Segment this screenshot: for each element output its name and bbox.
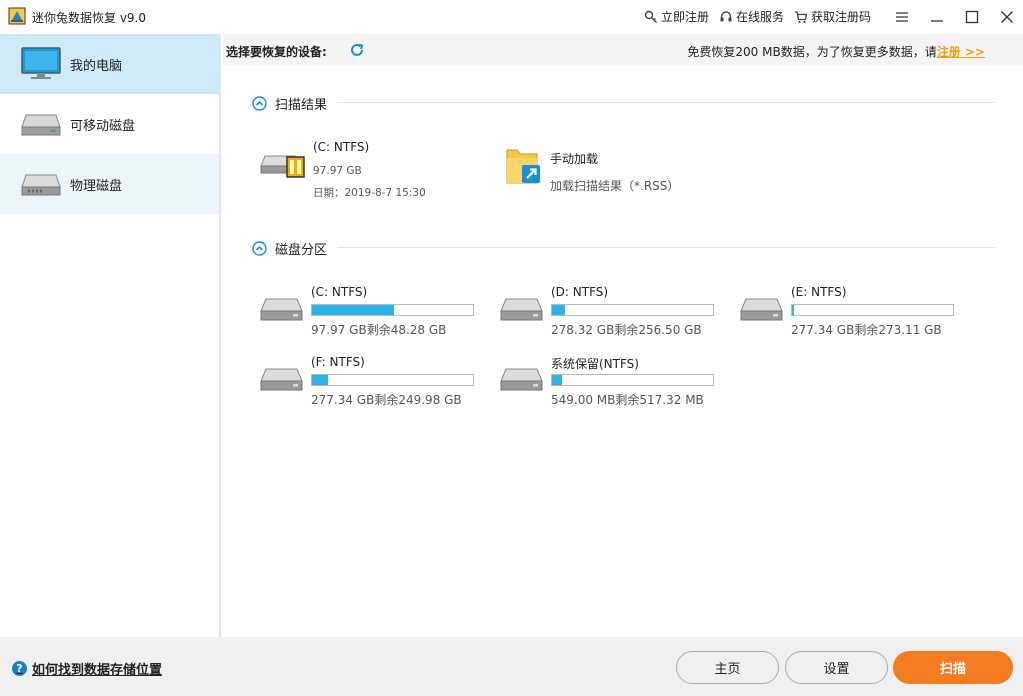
scan-result-date: 日期：2019-8-7 15:30 [313, 187, 426, 199]
sidebar-item-physical-disk[interactable]: 物理磁盘 [0, 154, 219, 214]
sidebar: 我的电脑 可移动磁盘 物理磁盘 [0, 34, 221, 637]
register-link[interactable]: 立即注册 [644, 8, 709, 25]
hard-drive-icon [260, 298, 303, 321]
headset-icon [720, 10, 732, 21]
section-divider [338, 102, 995, 103]
close-button[interactable] [989, 0, 1023, 34]
minimize-button[interactable] [919, 0, 954, 34]
device-toolbar: 选择要恢复的设备: 免费恢复200 MB数据，为了恢复更多数据，请注册 >> [223, 34, 1023, 66]
usage-bar-fill [792, 305, 795, 315]
manual-load-item[interactable]: 手动加载 加载扫描结果（*.RSS） [503, 145, 679, 194]
usage-bar-fill [312, 305, 395, 315]
bottom-bar: ? 如何找到数据存储位置 主页 设置 扫描 [0, 637, 1023, 696]
menu-button[interactable] [884, 0, 919, 34]
title-bar: 迷你兔数据恢复 v9.0 立即注册 在线服务 获取注册码 [0, 0, 1023, 34]
partition-size: 97.97 GB剩余48.28 GB [311, 323, 447, 337]
key-icon [644, 10, 657, 23]
settings-button[interactable]: 设置 [785, 651, 888, 684]
usage-bar-fill [552, 375, 562, 385]
partition-name: 系统保留(NTFS) [551, 357, 639, 371]
usage-bar [791, 304, 954, 316]
help-link[interactable]: ? 如何找到数据存储位置 [12, 659, 162, 678]
scan-result-c-drive[interactable]: (C: NTFS) 97.97 GB 日期：2019-8-7 15:30 [260, 140, 426, 200]
scan-result-size: 97.97 GB [313, 165, 362, 177]
app-title: 迷你兔数据恢复 v9.0 [32, 11, 147, 25]
device-select-label: 选择要恢复的设备: [226, 45, 327, 59]
partition-size: 278.32 GB剩余256.50 GB [551, 323, 702, 337]
usage-bar [551, 304, 714, 316]
monitor-icon [20, 46, 62, 82]
partition-d[interactable]: (D: NTFS) 278.32 GB剩余256.50 GB [500, 285, 720, 337]
online-service-link[interactable]: 在线服务 [719, 8, 784, 25]
partition-name: (F: NTFS) [311, 355, 365, 369]
promo-text: 免费恢复200 MB数据，为了恢复更多数据，请注册 >> [687, 45, 985, 59]
close-icon [1000, 11, 1013, 23]
partition-size: 277.34 GB剩余273.11 GB [791, 323, 942, 337]
drive-with-result-icon [260, 155, 305, 178]
maximize-button[interactable] [954, 0, 989, 34]
collapse-up-icon[interactable] [252, 241, 267, 256]
hard-drive-icon [500, 368, 543, 391]
usage-bar-fill [552, 305, 565, 315]
partition-name: (D: NTFS) [551, 285, 609, 299]
minimize-icon [930, 20, 943, 22]
app-logo-icon [8, 7, 26, 25]
cart-icon [795, 10, 808, 23]
scan-results-header: 扫描结果 [252, 94, 327, 113]
collapse-up-icon[interactable] [252, 96, 267, 111]
refresh-icon[interactable] [349, 42, 365, 58]
partitions-header: 磁盘分区 [252, 239, 327, 258]
hamburger-icon [895, 12, 908, 22]
partition-c[interactable]: (C: NTFS) 97.97 GB剩余48.28 GB [260, 285, 480, 337]
scan-result-name: (C: NTFS) [313, 140, 370, 154]
hard-drive-icon [740, 298, 783, 321]
partition-f[interactable]: (F: NTFS) 277.34 GB剩余249.98 GB [260, 355, 480, 407]
removable-drive-icon [20, 106, 62, 142]
partition-name: (C: NTFS) [311, 285, 368, 299]
usage-bar-fill [312, 375, 329, 385]
manual-load-sub: 加载扫描结果（*.RSS） [550, 179, 680, 193]
manual-load-label: 手动加载 [550, 152, 599, 166]
maximize-icon [965, 10, 978, 24]
question-icon: ? [12, 661, 27, 676]
register-promo-link[interactable]: 注册 >> [937, 45, 985, 59]
scan-button[interactable]: 扫描 [893, 651, 1013, 684]
usage-bar [311, 374, 474, 386]
folder-load-icon [506, 149, 540, 184]
section-divider [338, 247, 995, 248]
partition-size: 277.34 GB剩余249.98 GB [311, 393, 462, 407]
sidebar-item-removable-disk[interactable]: 可移动磁盘 [0, 94, 219, 154]
hard-drive-icon [260, 368, 303, 391]
partition-name: (E: NTFS) [791, 285, 847, 299]
hard-drive-icon [500, 298, 543, 321]
get-code-link[interactable]: 获取注册码 [794, 8, 871, 25]
partition-system-reserved[interactable]: 系统保留(NTFS) 549.00 MB剩余517.32 MB [500, 355, 720, 407]
usage-bar [551, 374, 714, 386]
partition-size: 549.00 MB剩余517.32 MB [551, 393, 704, 407]
usage-bar [311, 304, 474, 316]
home-button[interactable]: 主页 [676, 651, 779, 684]
partition-e[interactable]: (E: NTFS) 277.34 GB剩余273.11 GB [740, 285, 960, 337]
sidebar-item-my-computer[interactable]: 我的电脑 [0, 34, 219, 94]
physical-disk-icon [20, 166, 62, 202]
